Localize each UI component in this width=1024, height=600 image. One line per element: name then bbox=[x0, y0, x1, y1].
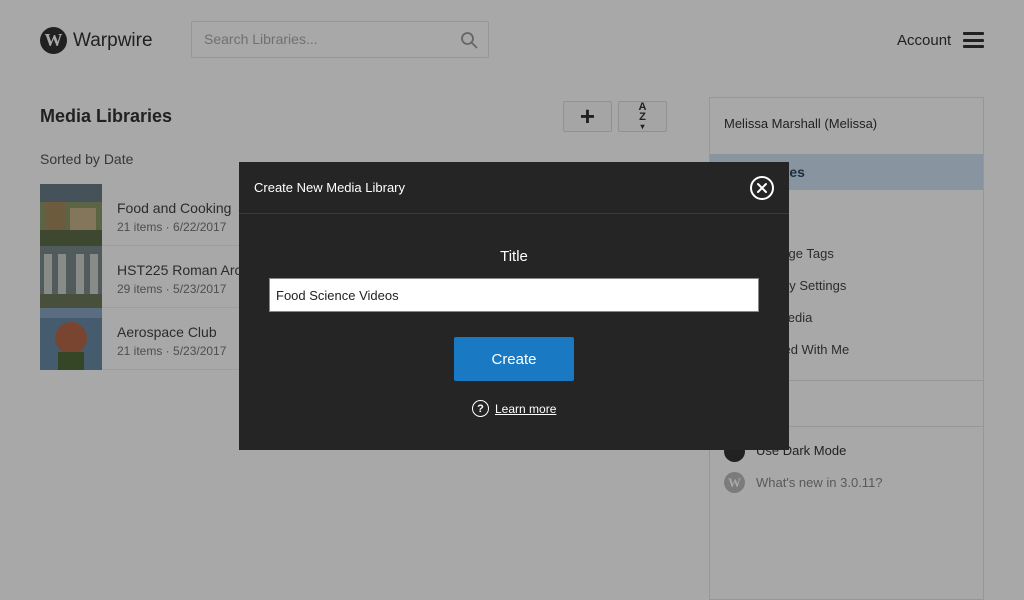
close-icon bbox=[757, 183, 767, 193]
close-button[interactable] bbox=[750, 176, 774, 200]
title-input[interactable] bbox=[269, 278, 759, 312]
learn-more-row: ? Learn more bbox=[472, 400, 556, 417]
modal-title: Create New Media Library bbox=[254, 180, 406, 195]
help-icon[interactable]: ? bbox=[472, 400, 489, 417]
create-library-modal: Create New Media Library Title Create ? … bbox=[239, 162, 789, 450]
title-field-label: Title bbox=[500, 248, 528, 265]
create-button[interactable]: Create bbox=[454, 337, 574, 381]
learn-more-link[interactable]: Learn more bbox=[495, 402, 556, 416]
modal-header: Create New Media Library bbox=[239, 162, 789, 214]
